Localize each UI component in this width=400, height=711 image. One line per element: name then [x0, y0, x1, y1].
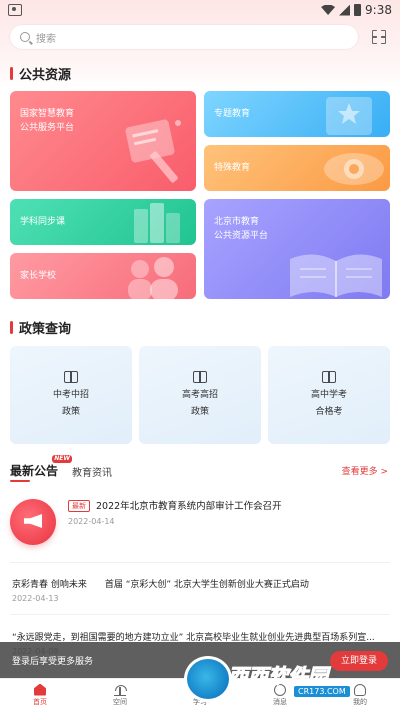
card-national-platform[interactable]: 国家智慧教育 公共服务平台 — [10, 91, 196, 191]
card-label: 学科同步课 — [20, 217, 66, 227]
section-marker — [10, 67, 13, 80]
watermark-brand: 西西软件园 — [228, 664, 329, 689]
news-list-item[interactable]: 京彩青春 创响未来 首届 “京彩大创” 北京大学生创新创业大赛正式启动 — [12, 577, 392, 590]
plant-icon — [114, 684, 127, 696]
latest-tag: 最新 — [68, 500, 90, 512]
megaphone-icon — [24, 514, 42, 528]
policy-label-line2: 合格考 — [315, 407, 343, 417]
card-label: 特殊教育 — [214, 163, 251, 173]
battery-icon — [354, 4, 362, 16]
card-label: 专题教育 — [214, 109, 251, 119]
card-sync-course[interactable]: 学科同步课 — [10, 199, 196, 245]
divider — [10, 562, 390, 563]
news-featured-item[interactable]: 最新 2022年北京市教育系统内部审计工作会召开 2022-04-14 — [10, 496, 390, 552]
card-beijing-platform[interactable]: 北京市教育 公共资源平台 — [204, 199, 390, 299]
search-icon — [20, 32, 30, 42]
policy-card-zhongkao[interactable]: 中考中招 政策 — [10, 346, 132, 444]
news-tabs: 最新公告 NEW 教育资讯 — [10, 455, 112, 479]
tab-label: 最新公告 — [10, 464, 59, 478]
card-label-line1: 国家智慧教育 — [20, 109, 75, 119]
watermark-logo — [184, 656, 232, 702]
card-label: 家长学校 — [20, 271, 57, 281]
watermark-url: CR173.COM — [294, 686, 350, 697]
new-badge: NEW — [52, 455, 73, 463]
watermark: 西西软件园 CR173.COM — [184, 656, 380, 702]
signal-icon — [339, 4, 351, 16]
news-title: 2022年北京市教育系统内部审计工作会召开 — [96, 501, 282, 512]
view-more-link[interactable]: 查看更多 > — [342, 464, 388, 477]
nav-label: 空间 — [113, 697, 127, 706]
open-book-illustration — [290, 254, 382, 297]
section-marker — [10, 321, 13, 334]
notification-icon — [8, 4, 22, 16]
nav-item-home[interactable]: 首页 — [0, 679, 80, 711]
policy-book-icon — [64, 371, 78, 383]
card-special-topic[interactable]: 专题教育 — [204, 91, 390, 137]
status-time: 9:38 — [365, 3, 392, 17]
policy-check-icon — [322, 371, 336, 383]
tab-latest-announcements[interactable]: 最新公告 NEW — [10, 455, 73, 479]
policy-book-icon — [193, 371, 207, 383]
scan-icon[interactable] — [372, 30, 386, 44]
login-prompt: 登录后享受更多服务 — [12, 656, 94, 667]
policy-label-line1: 中考中招 — [52, 390, 89, 400]
policy-label-line2: 政策 — [61, 407, 80, 417]
nav-item-space[interactable]: 空间 — [80, 679, 160, 711]
wifi-icon — [321, 5, 336, 15]
search-placeholder: 搜索 — [36, 33, 56, 45]
policy-label-line2: 政策 — [190, 407, 209, 417]
search-row: 搜索 — [10, 24, 390, 50]
tab-education-news[interactable]: 教育资讯 — [72, 464, 112, 479]
divider — [10, 614, 390, 615]
policy-card-gaokao[interactable]: 高考高招 政策 — [139, 346, 261, 444]
card-label-line1: 北京市教育 — [214, 217, 260, 227]
policy-card-xuekao[interactable]: 高中学考 合格考 — [268, 346, 390, 444]
tab-active-indicator — [10, 480, 30, 482]
policy-label-line1: 高考高招 — [181, 390, 218, 400]
card-label-line2: 公共服务平台 — [20, 123, 75, 133]
section-title: 公共资源 — [19, 68, 72, 83]
section-policy-query: 政策查询 — [10, 318, 71, 337]
nav-label: 首页 — [33, 697, 47, 706]
status-bar: 9:38 — [0, 0, 400, 20]
home-icon — [34, 683, 46, 696]
search-input[interactable]: 搜索 — [10, 25, 358, 49]
announcement-avatar — [10, 499, 56, 545]
section-public-resources: 公共资源 — [10, 64, 71, 83]
card-parent-school[interactable]: 家长学校 — [10, 253, 196, 299]
news-date: 2022-04-14 — [68, 517, 115, 526]
card-label-line2: 公共资源平台 — [214, 231, 269, 241]
card-special-education[interactable]: 特殊教育 — [204, 145, 390, 191]
policy-label-line1: 高中学考 — [310, 390, 347, 400]
section-title: 政策查询 — [19, 322, 72, 337]
news-date: 2022-04-13 — [12, 594, 59, 603]
